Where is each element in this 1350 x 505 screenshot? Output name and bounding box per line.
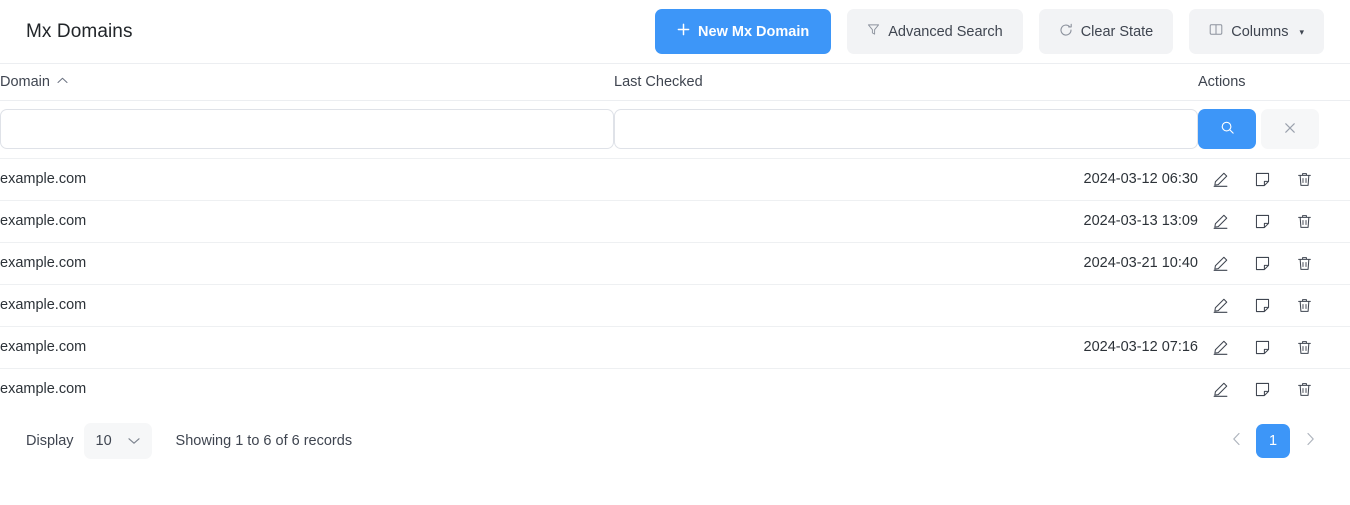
cell-last-checked: 2024-03-12 06:30 xyxy=(614,157,1198,200)
column-header-last-checked-label: Last Checked xyxy=(614,73,703,90)
new-mx-domain-button[interactable]: New Mx Domain xyxy=(655,9,832,54)
chevron-down-icon: ▾ xyxy=(1299,27,1304,37)
page-size-value: 10 xyxy=(95,433,112,449)
cell-actions xyxy=(1198,157,1350,200)
search-button[interactable] xyxy=(1198,109,1256,149)
clear-filters-button[interactable] xyxy=(1261,109,1319,149)
table-row[interactable]: example.com xyxy=(0,367,1350,410)
domain-filter-input[interactable] xyxy=(0,109,614,149)
edit-icon[interactable] xyxy=(1212,297,1229,314)
delete-icon[interactable] xyxy=(1296,213,1313,230)
records-summary: Showing 1 to 6 of 6 records xyxy=(175,433,353,449)
search-icon xyxy=(1220,120,1235,138)
note-icon[interactable] xyxy=(1254,297,1271,314)
note-icon[interactable] xyxy=(1254,171,1271,188)
close-icon xyxy=(1283,121,1297,138)
delete-icon[interactable] xyxy=(1296,255,1313,272)
table-row[interactable]: example.com 2024-03-12 06:30 xyxy=(0,157,1350,200)
cell-domain: example.com xyxy=(0,157,614,200)
table-body: example.com 2024-03-12 06:30 example.com… xyxy=(0,99,1350,410)
delete-icon[interactable] xyxy=(1296,381,1313,398)
edit-icon[interactable] xyxy=(1212,213,1229,230)
cell-domain: example.com xyxy=(0,241,614,284)
chevron-down-icon xyxy=(127,434,140,448)
chevron-right-icon xyxy=(1306,432,1315,451)
note-icon[interactable] xyxy=(1254,381,1271,398)
filter-cell-last-checked xyxy=(614,99,1198,158)
pagination-prev-button[interactable] xyxy=(1222,424,1250,458)
edit-icon[interactable] xyxy=(1212,381,1229,398)
delete-icon[interactable] xyxy=(1296,339,1313,356)
chevron-left-icon xyxy=(1232,432,1241,451)
data-table-container: Domain Last Checked Actions example.com … xyxy=(0,64,1350,410)
pagination-page-1[interactable]: 1 xyxy=(1256,424,1290,458)
cell-domain: example.com xyxy=(0,325,614,368)
page-size-select[interactable]: 10 xyxy=(83,423,152,459)
edit-icon[interactable] xyxy=(1212,171,1229,188)
columns-icon xyxy=(1209,23,1223,40)
caret-up-icon[interactable] xyxy=(57,76,68,87)
table-head: Domain Last Checked Actions xyxy=(0,64,1350,100)
note-icon[interactable] xyxy=(1254,339,1271,356)
cell-domain: example.com xyxy=(0,283,614,326)
filter-row xyxy=(0,99,1350,158)
advanced-search-label: Advanced Search xyxy=(888,23,1003,40)
clear-state-button[interactable]: Clear State xyxy=(1038,9,1174,54)
header-row: Domain Last Checked Actions xyxy=(0,64,1350,100)
new-mx-domain-label: New Mx Domain xyxy=(698,23,810,40)
columns-button[interactable]: Columns ▾ xyxy=(1189,9,1324,54)
cell-actions xyxy=(1198,325,1350,368)
note-icon[interactable] xyxy=(1254,255,1271,272)
pagination-next-button[interactable] xyxy=(1296,424,1324,458)
column-header-actions: Actions xyxy=(1198,64,1350,100)
column-header-actions-label: Actions xyxy=(1198,73,1246,90)
table-row[interactable]: example.com 2024-03-13 13:09 xyxy=(0,199,1350,242)
cell-actions xyxy=(1198,241,1350,284)
page-title: Mx Domains xyxy=(26,20,133,42)
edit-icon[interactable] xyxy=(1212,255,1229,272)
refresh-icon xyxy=(1059,23,1073,41)
header-toolbar: New Mx Domain Advanced Search Clear Stat… xyxy=(655,9,1324,54)
cell-actions xyxy=(1198,283,1350,326)
cell-domain: example.com xyxy=(0,367,614,410)
table-row[interactable]: example.com 2024-03-21 10:40 xyxy=(0,241,1350,284)
edit-icon[interactable] xyxy=(1212,339,1229,356)
clear-state-label: Clear State xyxy=(1080,23,1154,40)
columns-label: Columns xyxy=(1231,23,1289,40)
cell-last-checked: 2024-03-21 10:40 xyxy=(614,241,1198,284)
delete-icon[interactable] xyxy=(1296,297,1313,314)
mx-domains-table: Domain Last Checked Actions example.com … xyxy=(0,64,1350,410)
table-row[interactable]: example.com xyxy=(0,283,1350,326)
advanced-search-button[interactable]: Advanced Search xyxy=(847,9,1023,54)
table-footer: Display 10 Showing 1 to 6 of 6 records 1 xyxy=(0,410,1350,472)
cell-actions xyxy=(1198,367,1350,410)
plus-icon xyxy=(677,23,690,40)
cell-last-checked: 2024-03-12 07:16 xyxy=(614,325,1198,368)
cell-last-checked xyxy=(614,283,1198,326)
column-header-domain-label: Domain xyxy=(0,73,50,90)
note-icon[interactable] xyxy=(1254,213,1271,230)
table-row[interactable]: example.com 2024-03-12 07:16 xyxy=(0,325,1350,368)
cell-actions xyxy=(1198,199,1350,242)
filter-cell-domain xyxy=(0,99,614,158)
delete-icon[interactable] xyxy=(1296,171,1313,188)
last-checked-filter-input[interactable] xyxy=(614,109,1198,149)
filter-icon xyxy=(867,23,880,40)
column-header-domain[interactable]: Domain xyxy=(0,64,614,100)
cell-domain: example.com xyxy=(0,199,614,242)
display-label: Display xyxy=(26,433,74,449)
page-header: Mx Domains New Mx Domain Advanced Search xyxy=(0,0,1350,64)
filter-cell-actions xyxy=(1198,99,1350,158)
column-header-last-checked[interactable]: Last Checked xyxy=(614,64,1198,100)
pagination: 1 xyxy=(1222,424,1324,458)
cell-last-checked: 2024-03-13 13:09 xyxy=(614,199,1198,242)
cell-last-checked xyxy=(614,367,1198,410)
